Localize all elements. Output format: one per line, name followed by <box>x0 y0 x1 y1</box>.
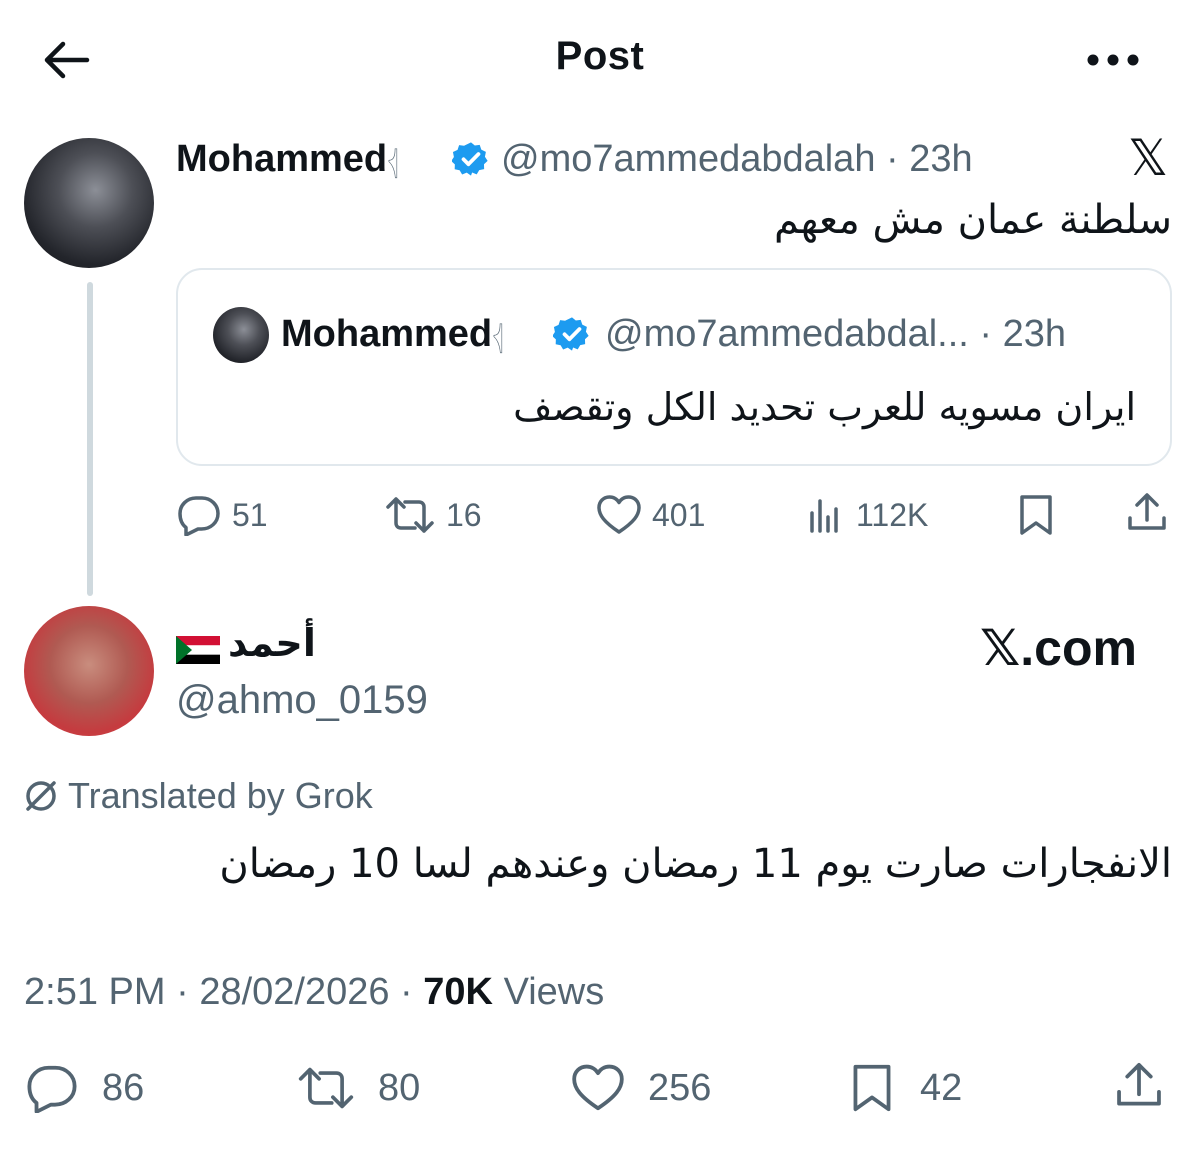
reply-avatar[interactable] <box>24 606 154 736</box>
author-handle[interactable]: @mo7ammedabdalah · 23h <box>501 136 973 182</box>
heart-icon <box>572 1064 624 1111</box>
verified-badge-icon <box>553 317 589 351</box>
repost-count: 80 <box>378 1066 421 1109</box>
quoted-avatar <box>213 307 269 363</box>
quoted-author-name: Mohammed𓂆 <box>281 313 504 355</box>
like-button[interactable]: 401 <box>596 492 705 538</box>
repost-icon <box>298 1067 354 1109</box>
repost-count: 16 <box>446 496 482 533</box>
views-count: 112K <box>856 496 929 533</box>
sudan-flag-icon <box>176 629 220 664</box>
avatar[interactable] <box>24 138 154 268</box>
post-text: سلطنة عمان مش معهم <box>774 197 1172 243</box>
more-options-button[interactable] <box>1080 36 1146 84</box>
reply-count: 86 <box>102 1066 145 1109</box>
reply-icon <box>178 496 220 536</box>
name-suffix: 𓂆 <box>387 145 399 178</box>
x-logo-icon: 𝕏 <box>1127 130 1169 186</box>
thread-line <box>87 282 93 596</box>
repost-button[interactable]: 80 <box>296 1062 420 1114</box>
reply-count: 51 <box>232 496 268 533</box>
quoted-author-handle: @mo7ammedabdal... · 23h <box>605 313 1067 355</box>
arrow-left-icon <box>44 41 90 79</box>
share-icon <box>1117 1062 1161 1106</box>
grok-icon <box>26 781 56 811</box>
views-button[interactable]: 112K <box>806 492 928 538</box>
back-button[interactable] <box>36 34 96 86</box>
reply-author-handle[interactable]: @ahmo_0159 <box>176 676 428 724</box>
repost-button[interactable]: 16 <box>384 492 482 538</box>
share-button[interactable] <box>1124 490 1170 536</box>
post-meta: 2:51 PM · 28/02/2026 · 70K Views <box>24 971 605 1013</box>
bookmark-icon <box>853 1064 891 1112</box>
more-icon <box>1087 54 1139 66</box>
bookmark-icon <box>1020 495 1052 535</box>
like-count: 256 <box>648 1066 712 1109</box>
post-date: 28/02/2026 <box>199 971 390 1013</box>
share-button[interactable] <box>1112 1060 1166 1112</box>
quoted-post-card[interactable] <box>176 268 1172 466</box>
bookmark-button[interactable] <box>1014 492 1058 538</box>
quoted-post-text: ايران مسويه للعرب تحديد الكل وتقصف <box>513 385 1136 429</box>
post-time: 2:51 PM <box>24 971 166 1013</box>
share-icon <box>1128 493 1166 530</box>
like-count: 401 <box>652 496 706 533</box>
reply-button[interactable]: 86 <box>24 1062 144 1114</box>
reply-post-text: الانفجارات صارت يوم 11 رمضان وعندهم لسا … <box>219 841 1172 887</box>
reply-icon <box>27 1065 77 1113</box>
heart-icon <box>597 495 641 534</box>
verified-badge-icon <box>452 142 488 176</box>
views-total[interactable]: 70K <box>423 971 493 1013</box>
page-title: Post <box>555 34 645 78</box>
author-name[interactable]: Mohammed𓂆 <box>176 136 399 185</box>
x-com-watermark: 𝕏.com <box>980 620 1137 676</box>
views-label: Views <box>503 971 605 1013</box>
repost-icon <box>386 497 434 533</box>
reply-author-name[interactable]: أحمد <box>176 620 316 666</box>
bookmark-count: 42 <box>920 1066 963 1109</box>
reply-button[interactable]: 51 <box>176 492 268 538</box>
translated-by-grok[interactable]: Translated by Grok <box>22 774 373 818</box>
views-icon <box>810 499 838 533</box>
like-button[interactable]: 256 <box>570 1062 711 1114</box>
bookmark-button[interactable]: 42 <box>846 1062 962 1114</box>
